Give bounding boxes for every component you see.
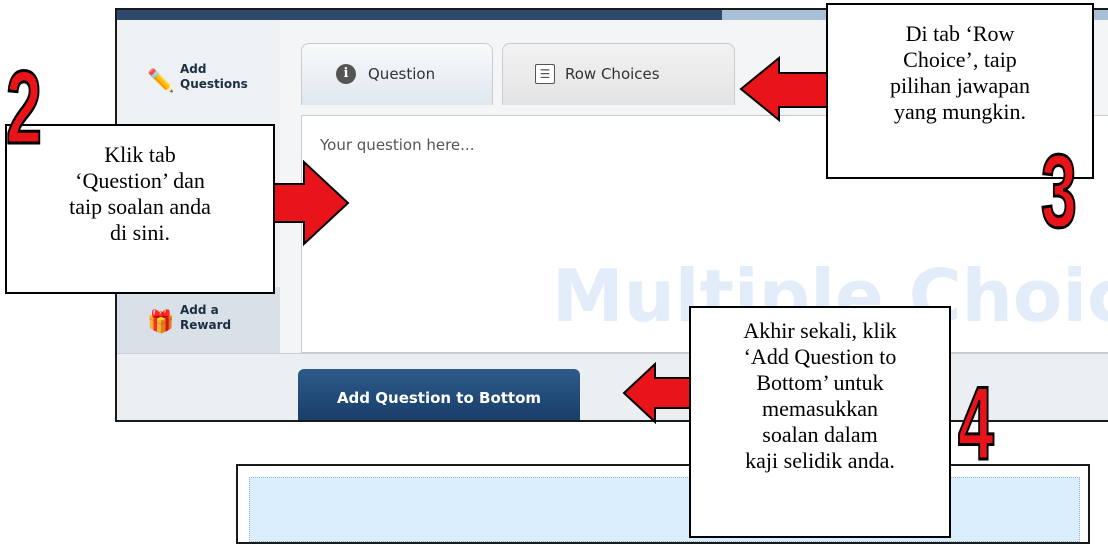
callout-line: Bottom’ untuk [756, 370, 884, 395]
gift-icon: 🎁 [147, 309, 175, 334]
step-number-4: 4 [957, 366, 995, 482]
callout-line: Akhir sekali, klik [743, 318, 897, 343]
callout-line: Di tab ‘Row [905, 21, 1015, 46]
arrow-left-icon [622, 361, 691, 425]
callout-line: kaji selidik anda. [745, 448, 895, 473]
callout-line: Klik tab [104, 142, 176, 167]
question-placeholder: Your question here... [320, 136, 475, 154]
callout-line: ‘Question’ dan [75, 168, 205, 193]
tab-label: Question [368, 65, 436, 83]
sidebar-item-label: Add Questions [180, 62, 248, 91]
sidebar-item-label: Add a Reward [180, 303, 232, 332]
callout-step-2: Klik tab ‘Question’ dan taip soalan anda… [5, 124, 275, 294]
callout-line: soalan dalam [762, 422, 878, 447]
arrow-left-icon [739, 55, 830, 123]
callout-line: Choice’, taip [903, 47, 1017, 72]
callout-step-4: Akhir sekali, klik ‘Add Question to Bott… [689, 306, 951, 538]
arrow-right-icon [269, 159, 350, 247]
add-question-to-bottom-button[interactable]: Add Question to Bottom [298, 369, 580, 420]
tab-label: Row Choices [565, 65, 660, 83]
callout-line: yang mungkin. [894, 99, 1026, 124]
callout-line: taip soalan anda [69, 194, 211, 219]
callout-line: ‘Add Question to [743, 344, 897, 369]
tab-row-choices[interactable]: ☰ Row Choices [502, 43, 735, 105]
step-number-2: 2 [5, 50, 43, 166]
step-number-3: 3 [1040, 134, 1078, 250]
pencil-icon: ✏️ [147, 68, 175, 93]
info-icon: i [336, 64, 356, 84]
list-icon: ☰ [535, 64, 555, 84]
tab-question[interactable]: i Question [301, 43, 493, 105]
callout-line: memasukkan [761, 396, 879, 421]
callout-line: di sini. [110, 220, 170, 245]
survey-preview-area [249, 477, 1080, 542]
sidebar-item-add-reward[interactable]: 🎁 Add a Reward [117, 303, 280, 353]
callout-line: pilihan jawapan [890, 73, 1030, 98]
